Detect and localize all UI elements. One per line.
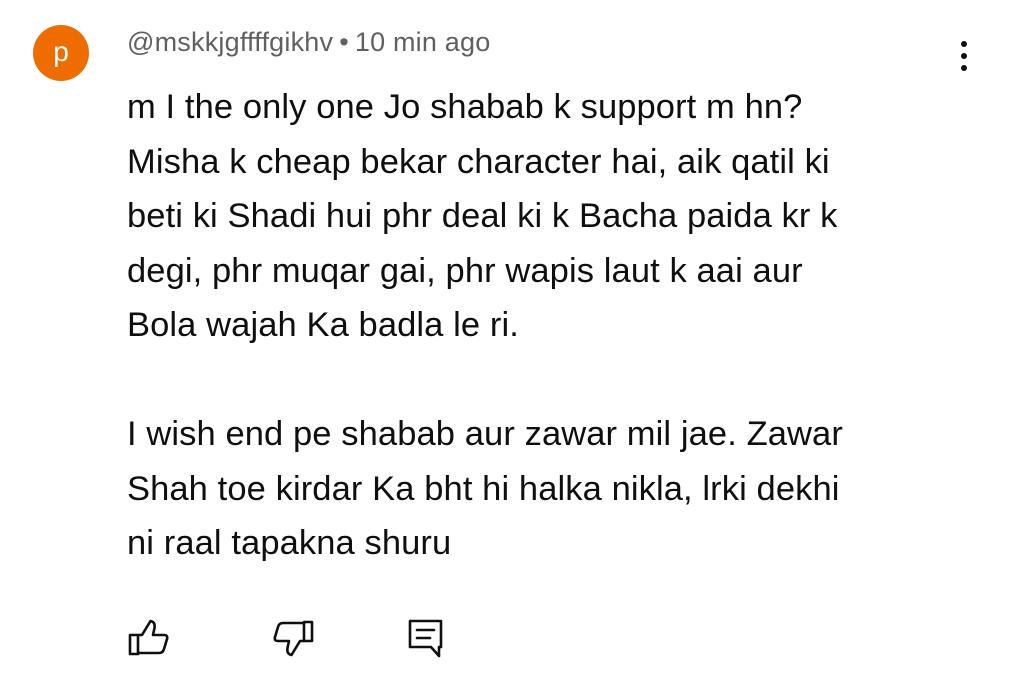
more-vertical-icon: [961, 41, 967, 47]
comment-text: m I the only one Jo shabab k support m h…: [127, 88, 843, 562]
avatar[interactable]: p: [33, 25, 89, 81]
like-button[interactable]: [126, 616, 170, 660]
thumbs-down-icon: [273, 620, 314, 657]
dislike-button[interactable]: [272, 616, 316, 660]
more-options-button[interactable]: [944, 34, 984, 78]
author-name[interactable]: @mskkjgffffgikhv: [127, 27, 333, 57]
reply-button[interactable]: [404, 616, 448, 660]
thumbs-up-icon: [128, 619, 169, 656]
comment-item: p @mskkjgffffgikhv • 10 min ago m I the on…: [0, 0, 1024, 678]
avatar-letter: p: [53, 36, 69, 67]
comment-meta: @mskkjgffffgikhv • 10 min ago: [127, 27, 490, 58]
comment-timestamp[interactable]: 10 min ago: [355, 27, 491, 57]
reply-icon: [408, 619, 443, 658]
meta-separator: •: [339, 27, 349, 57]
